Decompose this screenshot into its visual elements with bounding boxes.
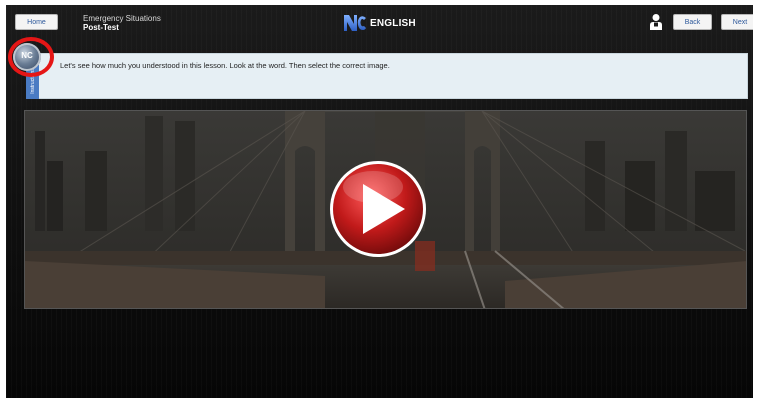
nc-logo-icon: [344, 15, 366, 31]
course-heading: Emergency Situations Post-Test: [83, 14, 161, 32]
video-thumbnail: [25, 111, 746, 308]
logo-wordmark: ENGLISH: [370, 17, 416, 29]
user-icon[interactable]: [648, 13, 664, 31]
highlight-circle: [8, 37, 54, 77]
app-frame: Home Emergency Situations Post-Test ENGL…: [6, 5, 753, 398]
home-button[interactable]: Home: [15, 14, 58, 30]
course-title: Emergency Situations: [83, 14, 161, 23]
video-player[interactable]: [24, 110, 747, 309]
top-bar: Home Emergency Situations Post-Test ENGL…: [6, 5, 753, 39]
instructions-text: Let's see how much you understood in thi…: [60, 61, 390, 70]
next-button[interactable]: Next: [721, 14, 753, 30]
play-icon[interactable]: [330, 161, 426, 257]
section-title: Post-Test: [83, 23, 119, 32]
instructions-panel: [26, 53, 748, 99]
app-logo: ENGLISH: [343, 13, 416, 33]
back-button[interactable]: Back: [673, 14, 712, 30]
